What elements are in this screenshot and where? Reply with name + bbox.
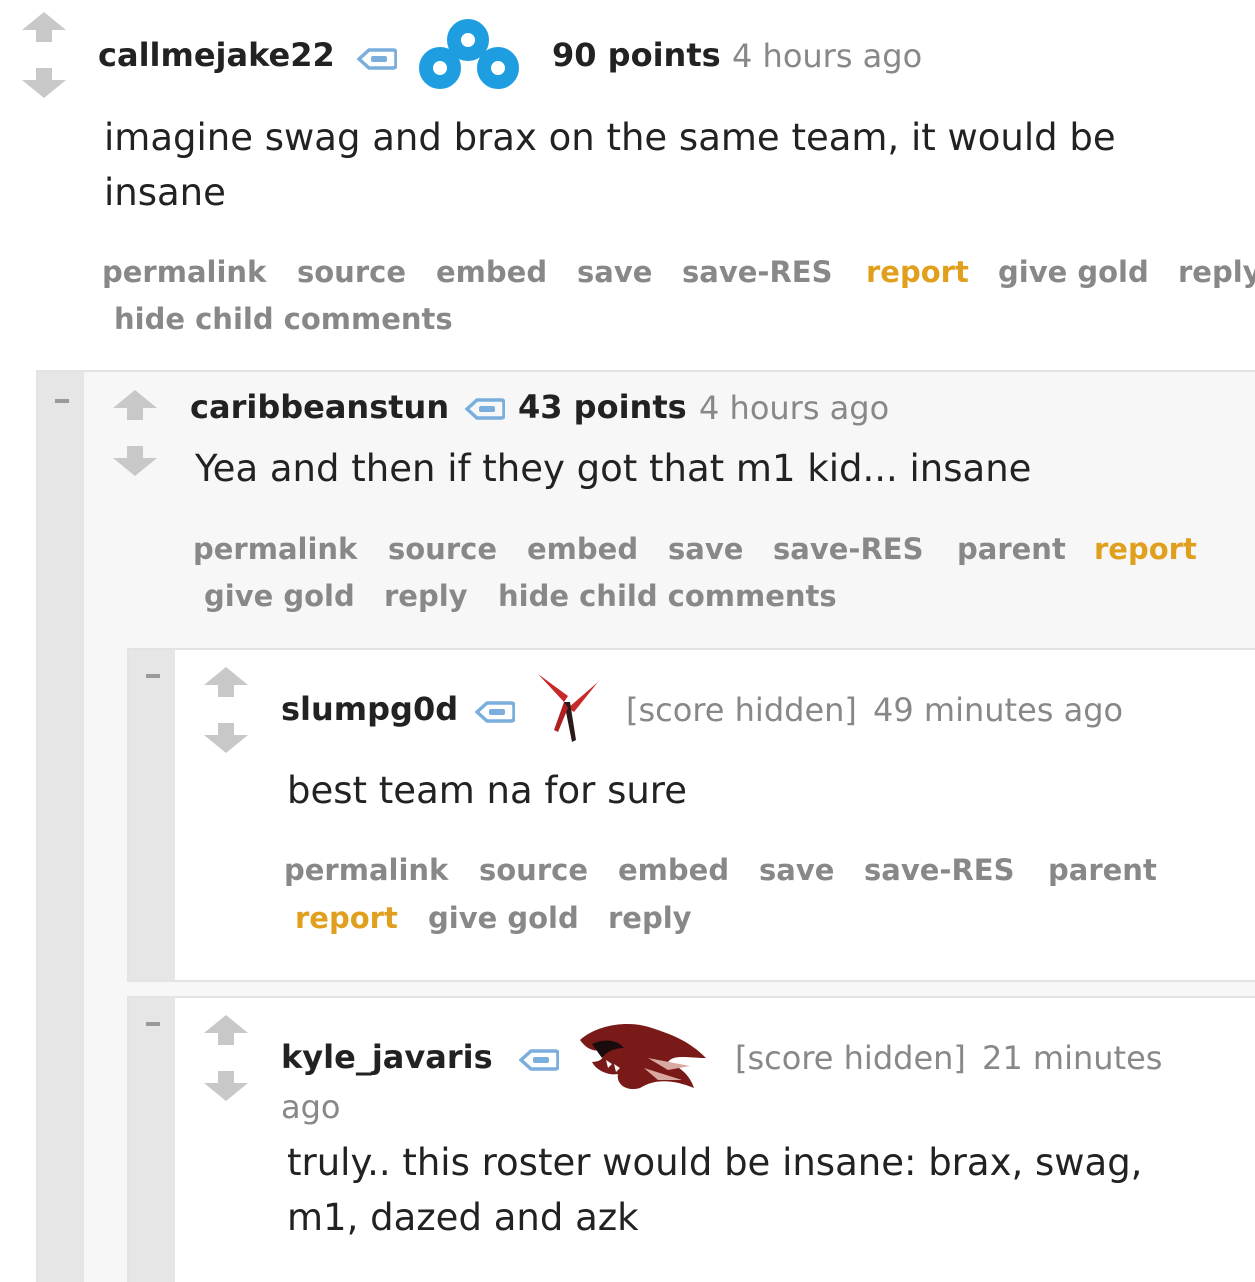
source-link[interactable]: source	[388, 532, 497, 566]
downvote-arrow-icon[interactable]	[113, 446, 157, 476]
source-link[interactable]: source	[297, 255, 406, 289]
report-link[interactable]: report	[1094, 532, 1197, 566]
timestamp-continued: ago	[281, 1088, 341, 1126]
red-x-logo-icon	[538, 674, 598, 742]
permalink-link[interactable]: permalink	[102, 255, 266, 289]
comment-body: Yea and then if they got that m1 kid... …	[195, 447, 1032, 490]
comment-body-line2: insane	[104, 171, 226, 214]
save-link[interactable]: save	[759, 853, 834, 887]
upvote-arrow-icon[interactable]	[22, 12, 66, 42]
reply-link[interactable]: reply	[608, 901, 692, 935]
flair-tag-icon[interactable]	[475, 701, 515, 723]
username[interactable]: kyle_javaris	[281, 1038, 493, 1076]
hide-child-comments-link[interactable]: hide child comments	[498, 579, 837, 613]
permalink-link[interactable]: permalink	[193, 532, 357, 566]
timestamp: 4 hours ago	[732, 37, 923, 75]
permalink-link[interactable]: permalink	[284, 853, 448, 887]
timestamp: 49 minutes ago	[873, 691, 1124, 729]
give-gold-link[interactable]: give gold	[428, 901, 579, 935]
collapse-button[interactable]	[146, 674, 160, 678]
collapse-button[interactable]	[55, 399, 69, 403]
downvote-arrow-icon[interactable]	[22, 68, 66, 98]
parent-link[interactable]: parent	[1048, 853, 1157, 887]
report-link[interactable]: report	[295, 901, 398, 935]
username[interactable]: callmejake22	[98, 36, 335, 74]
score-hidden: [score hidden]	[626, 691, 857, 729]
comment-body: best team na for sure	[287, 769, 687, 812]
cloud9-logo-icon	[419, 19, 519, 89]
username[interactable]: caribbeanstun	[190, 388, 449, 426]
save-res-link[interactable]: save-RES	[682, 255, 832, 289]
timestamp: 21 minutes	[982, 1039, 1163, 1077]
save-res-link[interactable]: save-RES	[773, 532, 923, 566]
downvote-arrow-icon[interactable]	[204, 1071, 248, 1101]
score: 90 points	[552, 36, 721, 74]
comment-body: imagine swag and brax on the same team, …	[104, 116, 1116, 159]
comment-body: truly.. this roster would be insane: bra…	[287, 1141, 1143, 1184]
give-gold-link[interactable]: give gold	[204, 579, 355, 613]
downvote-arrow-icon[interactable]	[204, 723, 248, 753]
score-hidden: [score hidden]	[735, 1039, 966, 1077]
reply-link[interactable]: reply	[384, 579, 468, 613]
flair-tag-icon[interactable]	[519, 1049, 559, 1071]
collapse-button[interactable]	[146, 1022, 160, 1026]
parent-link[interactable]: parent	[957, 532, 1066, 566]
hide-child-comments-link[interactable]: hide child comments	[114, 302, 453, 336]
upvote-arrow-icon[interactable]	[113, 390, 157, 420]
upvote-arrow-icon[interactable]	[204, 667, 248, 697]
reply-link[interactable]: reply	[1178, 255, 1255, 289]
red-wolf-logo-icon	[580, 1024, 706, 1090]
give-gold-link[interactable]: give gold	[998, 255, 1149, 289]
report-link[interactable]: report	[866, 255, 969, 289]
embed-link[interactable]: embed	[436, 255, 547, 289]
save-link[interactable]: save	[668, 532, 743, 566]
timestamp: 4 hours ago	[699, 389, 890, 427]
source-link[interactable]: source	[479, 853, 588, 887]
username[interactable]: slumpg0d	[281, 690, 458, 728]
upvote-arrow-icon[interactable]	[204, 1015, 248, 1045]
embed-link[interactable]: embed	[527, 532, 638, 566]
embed-link[interactable]: embed	[618, 853, 729, 887]
save-res-link[interactable]: save-RES	[864, 853, 1014, 887]
flair-tag-icon[interactable]	[465, 398, 505, 420]
comment-body-line2: m1, dazed and azk	[287, 1196, 639, 1239]
score: 43 points	[518, 388, 687, 426]
collapse-strip[interactable]	[38, 372, 84, 1282]
flair-tag-icon[interactable]	[357, 48, 397, 70]
save-link[interactable]: save	[577, 255, 652, 289]
collapse-strip[interactable]	[129, 650, 175, 980]
collapse-strip[interactable]	[129, 998, 175, 1282]
